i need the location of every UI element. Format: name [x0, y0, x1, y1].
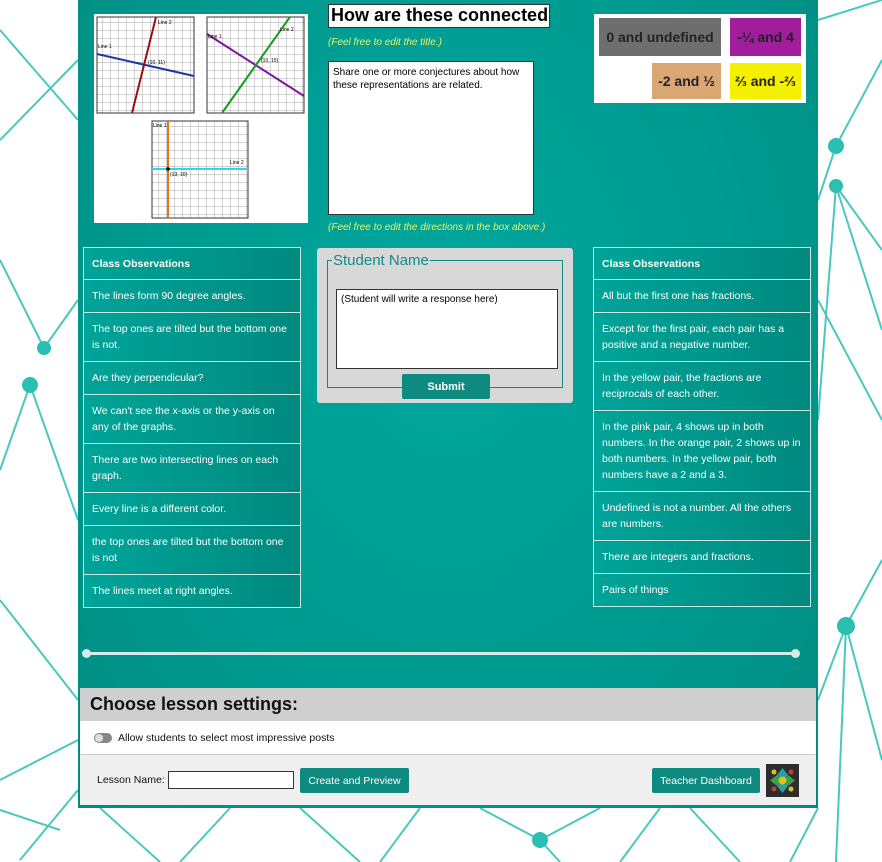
- settings-toggle-row: Allow students to select most impressive…: [80, 721, 816, 755]
- submit-button[interactable]: Submit: [402, 374, 490, 399]
- zoom-slider[interactable]: [82, 649, 800, 658]
- create-preview-button[interactable]: Create and Preview: [300, 768, 409, 793]
- graph-3-line2-label: Line 2: [230, 160, 244, 166]
- observation-item[interactable]: In the yellow pair, the fractions are re…: [593, 362, 811, 411]
- pair-tile-2: -¼ and 4: [730, 18, 801, 56]
- graph-3: Line 1 Line 2 (13, 10): [151, 120, 249, 219]
- pair-tile-4: ⅔ and -⅔: [730, 63, 801, 99]
- graph-2: Line 1 Line 2 (10, 15): [206, 16, 305, 114]
- graph-1-line1-label: Line 1: [98, 44, 112, 50]
- observation-item[interactable]: The top ones are tilted but the bottom o…: [83, 313, 301, 362]
- observation-item[interactable]: The lines meet at right angles.: [83, 575, 301, 608]
- lesson-name-input[interactable]: [168, 771, 294, 789]
- observation-item[interactable]: In the pink pair, 4 shows up in both num…: [593, 411, 811, 492]
- title-input[interactable]: How are these connected?: [328, 4, 550, 28]
- left-observations: Class Observations The lines form 90 deg…: [83, 247, 301, 608]
- observation-item[interactable]: Pairs of things: [593, 574, 811, 607]
- observation-item[interactable]: the top ones are tilted but the bottom o…: [83, 526, 301, 575]
- right-observations: Class Observations All but the first one…: [593, 247, 811, 607]
- observation-item[interactable]: There are integers and fractions.: [593, 541, 811, 574]
- lesson-panel: Line 1 Line 2 (10, 11) Line 1 Line 2 (10…: [78, 0, 818, 808]
- avatar[interactable]: [766, 764, 799, 797]
- graph-3-line1-label: Line 1: [153, 123, 167, 129]
- number-pairs-image: 0 and undefined -¼ and 4 -2 and ½ ⅔ and …: [594, 14, 806, 103]
- graph-2-line1-label: Line 1: [208, 34, 222, 40]
- observations-header: Class Observations: [83, 247, 301, 280]
- observation-item[interactable]: Except for the first pair, each pair has…: [593, 313, 811, 362]
- graph-1: Line 1 Line 2 (10, 11): [96, 16, 195, 114]
- student-name: Student Name: [333, 252, 429, 269]
- observation-item[interactable]: Are they perpendicular?: [83, 362, 301, 395]
- observation-item[interactable]: There are two intersecting lines on each…: [83, 444, 301, 493]
- lesson-settings-panel: Choose lesson settings: Allow students t…: [80, 688, 816, 805]
- observation-item[interactable]: We can't see the x-axis or the y-axis on…: [83, 395, 301, 444]
- directions-textarea[interactable]: Share one or more conjectures about how …: [328, 61, 534, 215]
- toggle-label: Allow students to select most impressive…: [118, 732, 335, 744]
- observation-item[interactable]: The lines form 90 degree angles.: [83, 280, 301, 313]
- slider-start-handle[interactable]: [82, 649, 91, 658]
- student-fieldset: Student Name (Student will write a respo…: [327, 252, 563, 399]
- pair-tile-3: -2 and ½: [652, 63, 721, 99]
- graph-1-line2-label: Line 2: [158, 20, 172, 26]
- directions-hint: (Feel free to edit the directions in the…: [328, 222, 546, 233]
- slider-end-handle[interactable]: [791, 649, 800, 658]
- impressive-posts-toggle[interactable]: [94, 733, 112, 743]
- settings-heading: Choose lesson settings:: [80, 688, 816, 721]
- title-hint: (Feel free to edit the title.): [328, 37, 442, 48]
- observation-item[interactable]: Undefined is not a number. All the other…: [593, 492, 811, 541]
- teacher-dashboard-button[interactable]: Teacher Dashboard: [652, 768, 760, 793]
- pair-tile-1: 0 and undefined: [599, 18, 721, 56]
- graphs-image: Line 1 Line 2 (10, 11) Line 1 Line 2 (10…: [94, 14, 308, 223]
- graph-2-line2-label: Line 2: [280, 27, 294, 33]
- graph-3-point-label: (13, 10): [170, 172, 188, 178]
- lesson-name-label: Lesson Name:: [97, 774, 165, 786]
- graph-2-point-label: (10, 15): [261, 58, 279, 64]
- observation-item[interactable]: All but the first one has fractions.: [593, 280, 811, 313]
- student-response-card: Student Name (Student will write a respo…: [317, 248, 573, 403]
- observations-header: Class Observations: [593, 247, 811, 280]
- response-textarea[interactable]: (Student will write a response here): [336, 289, 558, 369]
- graph-1-point-label: (10, 11): [148, 60, 165, 66]
- observation-item[interactable]: Every line is a different color.: [83, 493, 301, 526]
